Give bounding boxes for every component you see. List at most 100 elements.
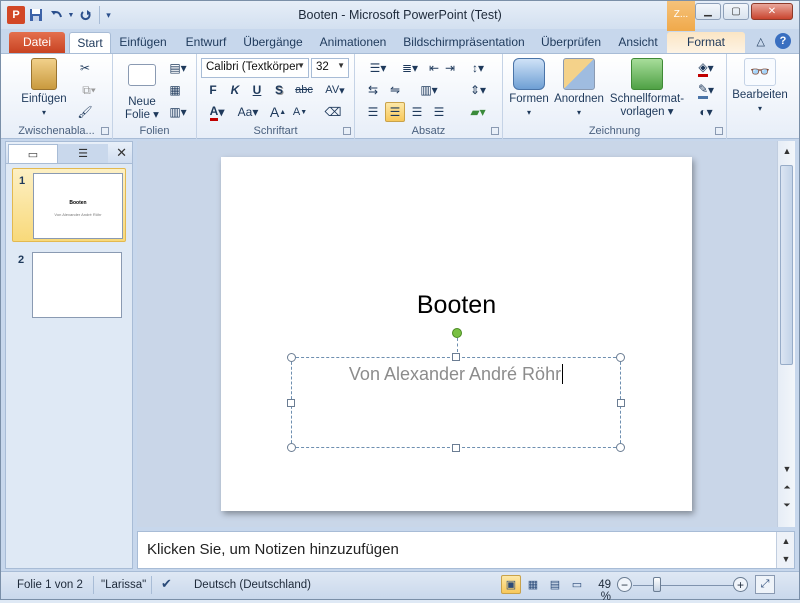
vertical-scrollbar[interactable]: ▲ ▼ ⏶ ⏷ — [777, 141, 795, 527]
tab-transitions[interactable]: Übergänge — [239, 32, 307, 53]
tab-file[interactable]: Datei — [9, 32, 65, 53]
change-case-button[interactable]: Aa ▾ — [233, 102, 263, 122]
scrollbar-thumb[interactable] — [780, 165, 793, 365]
tab-insert[interactable]: Einfügen — [115, 32, 171, 53]
format-painter-icon[interactable]: 🖌 — [75, 102, 95, 122]
resize-handle-nw[interactable] — [287, 353, 296, 362]
slide-thumbnail-2[interactable]: 2 — [12, 248, 126, 322]
previous-slide-icon[interactable]: ⏶ — [779, 479, 795, 495]
subtitle-placeholder[interactable]: Von Alexander André Röhr — [287, 328, 625, 452]
resize-handle-e[interactable] — [617, 399, 625, 407]
align-center-icon[interactable]: ☰ — [385, 102, 405, 122]
help-icon[interactable]: ? — [775, 33, 791, 49]
zoom-slider[interactable] — [633, 585, 737, 586]
scroll-up-icon[interactable]: ▲ — [779, 143, 795, 159]
tab-design[interactable]: Entwurf — [179, 32, 233, 53]
copy-icon[interactable]: ⧉▾ — [75, 80, 103, 100]
zoom-slider-thumb[interactable] — [653, 577, 661, 592]
tab-review[interactable]: Überprüfen — [535, 32, 607, 53]
shapes-button[interactable]: Formen ▾ — [507, 58, 551, 119]
arrange-button[interactable]: Anordnen ▾ — [553, 58, 605, 119]
clear-formatting-icon[interactable]: ⌫ — [323, 102, 343, 122]
align-left-icon[interactable]: ☰ — [363, 102, 383, 122]
section-icon[interactable]: ▥▾ — [165, 102, 191, 122]
fit-to-window-icon[interactable]: ⤢ — [755, 575, 775, 594]
slide-subtitle[interactable]: Von Alexander André Röhr — [292, 364, 620, 385]
tab-slides-thumbnails[interactable]: ▭ — [8, 144, 58, 163]
slide-sorter-view-icon[interactable]: ▦ — [523, 575, 543, 594]
spellcheck-icon[interactable]: ✔ — [161, 576, 172, 592]
font-color-button[interactable]: A ▾ — [203, 102, 231, 122]
shape-outline-icon[interactable]: ✎ ▾ — [691, 80, 721, 100]
paragraph-launcher-icon[interactable] — [491, 127, 499, 135]
resize-handle-ne[interactable] — [616, 353, 625, 362]
zoom-level[interactable]: 49 % — [585, 579, 611, 603]
increase-indent-icon[interactable]: ⇥ — [443, 58, 457, 78]
shape-fill-icon[interactable]: ◈ ▾ — [691, 58, 721, 78]
tab-animations[interactable]: Animationen — [313, 32, 393, 53]
resize-handle-se[interactable] — [616, 443, 625, 452]
drawing-launcher-icon[interactable] — [715, 127, 723, 135]
text-direction-right-icon[interactable]: ⇋ — [385, 80, 405, 100]
tab-format[interactable]: Format — [667, 32, 745, 53]
new-slide-button[interactable]: Neue Folie ▾ — [121, 58, 163, 122]
notes-pane[interactable]: Klicken Sie, um Notizen hinzuzufügen ▲ ▼ — [137, 531, 795, 569]
resize-handle-n[interactable] — [452, 353, 460, 361]
next-slide-icon[interactable]: ⏷ — [779, 497, 795, 513]
text-direction-icon[interactable]: ⇕▾ — [465, 80, 491, 100]
close-icon[interactable]: ✕ — [751, 3, 793, 20]
resize-handle-s[interactable] — [452, 444, 460, 452]
rotate-handle[interactable] — [452, 328, 462, 338]
strikethrough-button[interactable]: abc — [291, 80, 317, 100]
font-launcher-icon[interactable] — [343, 127, 351, 135]
notes-scroll-up-icon[interactable]: ▲ — [778, 533, 794, 549]
cut-icon[interactable]: ✂ — [75, 58, 95, 78]
maximize-icon[interactable]: ▢ — [723, 3, 749, 20]
character-spacing-button[interactable]: AV ▾ — [321, 80, 349, 100]
language[interactable]: Deutsch (Deutschland) — [194, 579, 311, 591]
minimize-icon[interactable]: ▁ — [695, 3, 721, 20]
grow-font-button[interactable]: A ▲ — [269, 102, 287, 122]
tab-view[interactable]: Ansicht — [613, 32, 663, 53]
slide-title[interactable]: Booten — [221, 291, 692, 320]
tab-outline[interactable]: ☰ — [58, 144, 108, 163]
align-right-icon[interactable]: ☰ — [407, 102, 427, 122]
quick-styles-button[interactable]: Schnellformat-vorlagen ▾ — [607, 58, 687, 119]
line-spacing-icon[interactable]: ↕▾ — [465, 58, 491, 78]
numbering-icon[interactable]: ≣▾ — [395, 58, 425, 78]
resize-handle-sw[interactable] — [287, 443, 296, 452]
reset-icon[interactable]: ▦ — [165, 80, 185, 100]
columns-icon[interactable]: ▥▾ — [415, 80, 443, 100]
editing-button[interactable]: 👓 Bearbeiten ▾ — [729, 58, 791, 115]
bullets-icon[interactable]: ☰▾ — [363, 58, 393, 78]
slide-canvas[interactable]: Booten Von Alexander André Röhr — [221, 157, 692, 511]
shape-effects-icon[interactable]: ◐▾ — [691, 102, 721, 122]
tab-start[interactable]: Start — [69, 32, 111, 54]
notes-scroll-down-icon[interactable]: ▼ — [778, 551, 794, 567]
minimize-ribbon-icon[interactable]: △ — [757, 35, 765, 48]
reading-view-icon[interactable]: ▤ — [545, 575, 565, 594]
notes-scrollbar[interactable]: ▲ ▼ — [776, 532, 794, 568]
font-name-combo[interactable]: Calibri (Textkörper ▼ — [201, 58, 309, 78]
zoom-in-icon[interactable]: + — [733, 577, 748, 592]
notes-placeholder[interactable]: Klicken Sie, um Notizen hinzuzufügen — [147, 541, 399, 558]
normal-view-icon[interactable]: ▣ — [501, 575, 521, 594]
justify-icon[interactable]: ☰ — [429, 102, 449, 122]
layout-icon[interactable]: ▤▾ — [165, 58, 191, 78]
paste-button[interactable]: Einfügen ▾ — [15, 58, 73, 119]
italic-button[interactable]: K — [225, 80, 245, 100]
tab-slideshow[interactable]: Bildschirmpräsentation — [399, 32, 529, 53]
close-pane-icon[interactable]: ✕ — [116, 145, 127, 161]
bold-button[interactable]: F — [203, 80, 223, 100]
underline-button[interactable]: U — [247, 80, 267, 100]
shadow-button[interactable]: S — [269, 80, 289, 100]
slideshow-view-icon[interactable]: ▭ — [567, 575, 587, 594]
decrease-indent-icon[interactable]: ⇤ — [427, 58, 441, 78]
font-size-combo[interactable]: 32 ▼ — [311, 58, 349, 78]
clipboard-launcher-icon[interactable] — [101, 127, 109, 135]
shrink-font-button[interactable]: A ▼ — [291, 102, 309, 122]
zoom-out-icon[interactable]: − — [617, 577, 632, 592]
text-direction-left-icon[interactable]: ⇆ — [363, 80, 383, 100]
slide-thumbnail-1[interactable]: 1 Booten Von Alexander André Röhr — [12, 168, 126, 242]
scroll-down-icon[interactable]: ▼ — [779, 461, 795, 477]
